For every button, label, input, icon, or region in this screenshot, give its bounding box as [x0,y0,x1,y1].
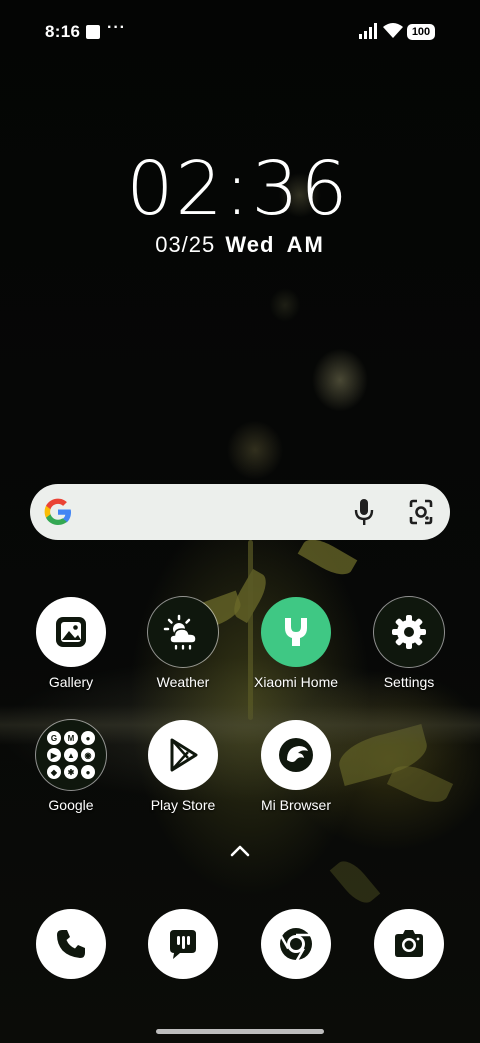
signal-icon [359,23,377,39]
dock-phone[interactable] [15,909,127,979]
app-label: Settings [383,674,435,690]
battery-indicator: 100 [407,24,435,40]
gallery-icon [36,597,106,667]
app-label: Google [48,797,94,813]
status-time: 8:16 [45,22,81,41]
mic-icon[interactable] [353,497,375,527]
messages-icon [148,909,218,979]
app-settings[interactable]: Settings [353,597,465,690]
app-weather[interactable]: Weather [127,597,239,690]
xiaomi-home-icon [261,597,331,667]
chrome-icon [261,909,331,979]
mi-browser-icon [261,720,331,790]
clock-time[interactable]: 02:36 [0,146,478,232]
app-label: Weather [156,674,210,690]
dock-chrome[interactable] [240,909,352,979]
app-label: Xiaomi Home [253,674,339,690]
app-label: Mi Browser [260,797,331,813]
weather-icon [148,597,218,667]
clock-date[interactable]: 03/25 Wed AM [0,232,480,258]
app-gallery[interactable]: Gallery [15,597,127,690]
google-g-icon [44,498,71,525]
app-label: Play Store [150,797,216,813]
app-label: Gallery [48,674,94,690]
chevron-up-icon[interactable] [228,842,252,860]
google-search-bar[interactable] [30,484,450,540]
ampm-text: AM [286,232,325,257]
google-folder-icon: G M ● ▶ ▲ ◉ ◆ ✱ ● [36,720,106,790]
home-indicator[interactable] [156,1029,324,1034]
dock-camera[interactable] [353,909,465,979]
app-play-store[interactable]: Play Store [127,720,239,813]
gear-icon [374,597,444,667]
app-google-folder[interactable]: G M ● ▶ ▲ ◉ ◆ ✱ ● Google [15,720,127,813]
app-xiaomi-home[interactable]: Xiaomi Home [240,597,352,690]
phone-icon [36,909,106,979]
date-text: 03/25 [155,232,216,257]
play-store-icon [148,720,218,790]
dock-messages[interactable] [127,909,239,979]
weekday-text: Wed [225,232,275,257]
more-notifications-icon: ··· [107,19,126,36]
google-lens-icon[interactable] [407,497,435,527]
status-bar: 8:16 ··· 100 [0,0,480,64]
notification-square-icon [86,25,100,39]
app-mi-browser[interactable]: Mi Browser [240,720,352,813]
camera-icon [374,909,444,979]
wifi-icon [383,23,403,38]
